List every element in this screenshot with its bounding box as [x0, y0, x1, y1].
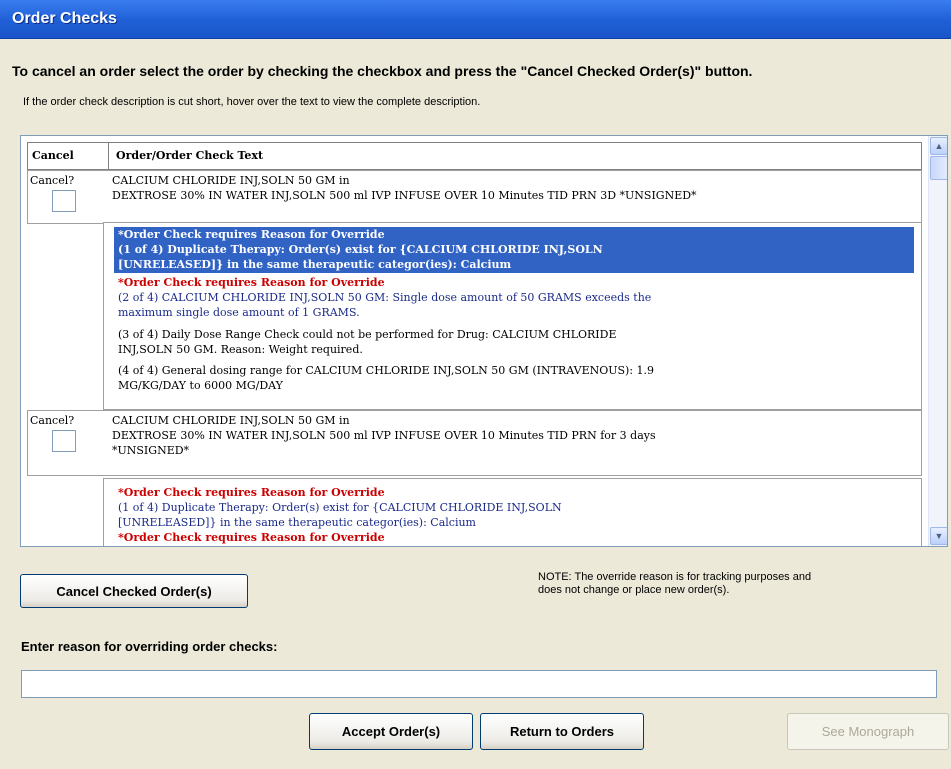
- header-order-text: Order/Order Check Text: [116, 149, 264, 162]
- order-check-line: [UNRELEASED]} in the same therapeutic ca…: [118, 258, 512, 271]
- order-check-line: MG/KG/DAY to 6000 MG/DAY: [118, 379, 283, 392]
- order-check-line: (1 of 4) Duplicate Therapy: Order(s) exi…: [118, 501, 562, 514]
- scroll-down-icon[interactable]: ▼: [930, 527, 947, 545]
- order-check-header: *Order Check requires Reason for Overrid…: [118, 276, 385, 289]
- note-line: does not change or place new order(s).: [538, 584, 730, 596]
- order-checks-list: *Order Check requires Reason for Overrid…: [103, 478, 922, 546]
- return-to-orders-button[interactable]: Return to Orders: [480, 713, 644, 750]
- header-cancel: Cancel: [32, 149, 74, 162]
- order-text-line: DEXTROSE 30% IN WATER INJ,SOLN 500 ml IV…: [112, 189, 697, 202]
- reason-label: Enter reason for overriding order checks…: [21, 639, 278, 654]
- order-check-line: (1 of 4) Duplicate Therapy: Order(s) exi…: [118, 243, 603, 256]
- note-line: NOTE: The override reason is for trackin…: [538, 571, 812, 583]
- window-title: Order Checks: [12, 10, 117, 27]
- cancel-checkbox[interactable]: [52, 430, 76, 452]
- reason-input[interactable]: [21, 670, 937, 698]
- order-text-line: DEXTROSE 30% IN WATER INJ,SOLN 500 ml IV…: [112, 429, 656, 442]
- order-check-item[interactable]: (3 of 4) Daily Dose Range Check could no…: [114, 327, 914, 357]
- cancel-checkbox[interactable]: [52, 190, 76, 212]
- grid-header: Cancel Order/Order Check Text: [27, 142, 922, 170]
- order-check-line: (4 of 4) General dosing range for CALCIU…: [118, 364, 655, 377]
- order-check-line: INJ,SOLN 50 GM. Reason: Weight required.: [118, 343, 363, 356]
- order-check-line: (3 of 4) Daily Dose Range Check could no…: [118, 328, 617, 341]
- accept-orders-button[interactable]: Accept Order(s): [309, 713, 473, 750]
- order-text-line: CALCIUM CHLORIDE INJ,SOLN 50 GM in: [112, 174, 350, 187]
- order-check-item[interactable]: *Order Check requires Reason for Overrid…: [114, 275, 914, 320]
- see-monograph-button[interactable]: See Monograph: [787, 713, 949, 750]
- order-check-item[interactable]: *Order Check requires Reason for Overrid…: [114, 485, 914, 545]
- instructions-text: To cancel an order select the order by c…: [12, 63, 753, 79]
- cancel-checked-orders-button[interactable]: Cancel Checked Order(s): [20, 574, 248, 608]
- scroll-up-icon[interactable]: ▲: [930, 137, 947, 155]
- order-text-line: CALCIUM CHLORIDE INJ,SOLN 50 GM in: [112, 414, 350, 427]
- cancel-label: Cancel?: [30, 174, 75, 187]
- order-check-header: *Order Check requires Reason for Overrid…: [118, 228, 385, 241]
- order-text: CALCIUM CHLORIDE INJ,SOLN 50 GM in DEXTR…: [112, 413, 912, 458]
- order-check-item[interactable]: (4 of 4) General dosing range for CALCIU…: [114, 363, 914, 393]
- order-check-line: maximum single dose amount of 1 GRAMS.: [118, 306, 360, 319]
- cancel-label: Cancel?: [30, 414, 75, 427]
- order-text: CALCIUM CHLORIDE INJ,SOLN 50 GM in DEXTR…: [112, 173, 912, 203]
- scroll-thumb[interactable]: [930, 156, 947, 180]
- order-check-header: *Order Check requires Reason for Overrid…: [118, 531, 385, 544]
- vertical-scrollbar[interactable]: ▲ ▼: [928, 136, 947, 546]
- order-check-header: *Order Check requires Reason for Overrid…: [118, 486, 385, 499]
- override-note: NOTE: The override reason is for trackin…: [538, 571, 908, 597]
- order-text-line: *UNSIGNED*: [112, 444, 190, 457]
- order-checks-list: *Order Check requires Reason for Overrid…: [103, 222, 922, 410]
- order-checks-grid[interactable]: Cancel Order/Order Check Text Cancel? CA…: [20, 135, 948, 547]
- order-check-line: (2 of 4) CALCIUM CHLORIDE INJ,SOLN 50 GM…: [118, 291, 652, 304]
- order-check-item[interactable]: *Order Check requires Reason for Overrid…: [114, 227, 914, 273]
- order-check-line: [UNRELEASED]} in the same therapeutic ca…: [118, 516, 476, 529]
- order-row: Cancel? CALCIUM CHLORIDE INJ,SOLN 50 GM …: [27, 410, 922, 476]
- order-row: Cancel? CALCIUM CHLORIDE INJ,SOLN 50 GM …: [27, 170, 922, 224]
- title-bar: Order Checks: [0, 0, 951, 39]
- hint-text: If the order check description is cut sh…: [23, 96, 481, 108]
